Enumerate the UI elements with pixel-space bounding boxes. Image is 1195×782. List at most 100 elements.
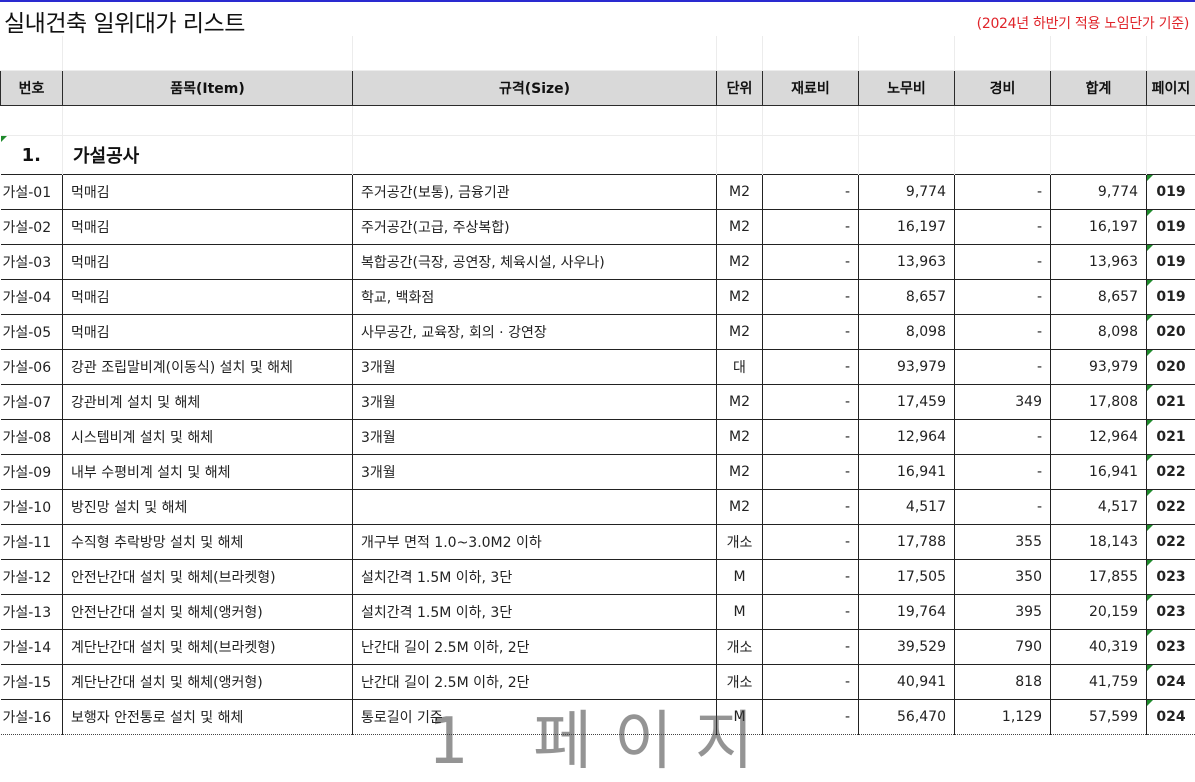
row-number-cell[interactable]: 가설-06 xyxy=(1,350,63,385)
row-item-cell[interactable]: 안전난간대 설치 및 해체(앵커형) xyxy=(63,595,353,630)
row-total-cell[interactable]: 93,979 xyxy=(1051,350,1147,385)
row-number-cell[interactable]: 가설-16 xyxy=(1,700,63,735)
row-expense-cell[interactable]: 349 xyxy=(955,385,1051,420)
row-size-cell[interactable]: 개구부 면적 1.0~3.0M2 이하 xyxy=(353,525,717,560)
header-material[interactable]: 재료비 xyxy=(763,71,859,106)
header-no[interactable]: 번호 xyxy=(1,71,63,106)
row-material-cell[interactable]: - xyxy=(763,560,859,595)
section-number-cell[interactable]: 1. xyxy=(1,136,63,175)
row-item-cell[interactable]: 방진망 설치 및 해체 xyxy=(63,490,353,525)
row-size-cell[interactable]: 통로길이 기준 xyxy=(353,700,717,735)
row-unit-cell[interactable]: M2 xyxy=(717,315,763,350)
row-expense-cell[interactable]: 1,129 xyxy=(955,700,1051,735)
header-size[interactable]: 규격(Size) xyxy=(353,71,717,106)
row-unit-cell[interactable]: M2 xyxy=(717,280,763,315)
row-item-cell[interactable]: 수직형 추락방망 설치 및 해체 xyxy=(63,525,353,560)
row-total-cell[interactable]: 20,159 xyxy=(1051,595,1147,630)
row-total-cell[interactable]: 8,098 xyxy=(1051,315,1147,350)
row-material-cell[interactable]: - xyxy=(763,385,859,420)
row-page-cell[interactable]: 020 xyxy=(1147,350,1195,385)
row-page-cell[interactable]: 023 xyxy=(1147,630,1195,665)
row-total-cell[interactable]: 57,599 xyxy=(1051,700,1147,735)
row-page-cell[interactable]: 021 xyxy=(1147,385,1195,420)
row-unit-cell[interactable]: M2 xyxy=(717,175,763,210)
row-number-cell[interactable]: 가설-13 xyxy=(1,595,63,630)
row-labor-cell[interactable]: 4,517 xyxy=(859,490,955,525)
row-material-cell[interactable]: - xyxy=(763,280,859,315)
row-labor-cell[interactable]: 13,963 xyxy=(859,245,955,280)
row-item-cell[interactable]: 계단난간대 설치 및 해체(브라켓형) xyxy=(63,630,353,665)
row-total-cell[interactable]: 13,963 xyxy=(1051,245,1147,280)
row-unit-cell[interactable]: M2 xyxy=(717,210,763,245)
row-size-cell[interactable]: 3개월 xyxy=(353,385,717,420)
row-size-cell[interactable]: 주거공간(보통), 금융기관 xyxy=(353,175,717,210)
row-labor-cell[interactable]: 19,764 xyxy=(859,595,955,630)
row-labor-cell[interactable]: 16,941 xyxy=(859,455,955,490)
row-expense-cell[interactable]: 355 xyxy=(955,525,1051,560)
row-size-cell[interactable]: 난간대 길이 2.5M 이하, 2단 xyxy=(353,630,717,665)
row-number-cell[interactable]: 가설-12 xyxy=(1,560,63,595)
row-item-cell[interactable]: 먹매김 xyxy=(63,245,353,280)
row-expense-cell[interactable]: - xyxy=(955,280,1051,315)
row-material-cell[interactable]: - xyxy=(763,665,859,700)
row-material-cell[interactable]: - xyxy=(763,420,859,455)
row-total-cell[interactable]: 9,774 xyxy=(1051,175,1147,210)
row-size-cell[interactable]: 난간대 길이 2.5M 이하, 2단 xyxy=(353,665,717,700)
row-number-cell[interactable]: 가설-01 xyxy=(1,175,63,210)
row-number-cell[interactable]: 가설-04 xyxy=(1,280,63,315)
header-page[interactable]: 페이지 xyxy=(1147,71,1195,106)
row-unit-cell[interactable]: M2 xyxy=(717,385,763,420)
row-page-cell[interactable]: 022 xyxy=(1147,525,1195,560)
row-unit-cell[interactable]: M xyxy=(717,595,763,630)
header-unit[interactable]: 단위 xyxy=(717,71,763,106)
row-labor-cell[interactable]: 8,098 xyxy=(859,315,955,350)
row-expense-cell[interactable]: 818 xyxy=(955,665,1051,700)
row-size-cell[interactable]: 3개월 xyxy=(353,350,717,385)
row-size-cell[interactable]: 설치간격 1.5M 이하, 3단 xyxy=(353,595,717,630)
row-page-cell[interactable]: 023 xyxy=(1147,595,1195,630)
row-unit-cell[interactable]: 개소 xyxy=(717,630,763,665)
row-material-cell[interactable]: - xyxy=(763,245,859,280)
row-unit-cell[interactable]: M2 xyxy=(717,245,763,280)
row-total-cell[interactable]: 17,808 xyxy=(1051,385,1147,420)
row-page-cell[interactable]: 022 xyxy=(1147,455,1195,490)
row-labor-cell[interactable]: 39,529 xyxy=(859,630,955,665)
row-expense-cell[interactable]: 395 xyxy=(955,595,1051,630)
row-labor-cell[interactable]: 12,964 xyxy=(859,420,955,455)
row-expense-cell[interactable]: - xyxy=(955,175,1051,210)
row-labor-cell[interactable]: 17,505 xyxy=(859,560,955,595)
row-labor-cell[interactable]: 56,470 xyxy=(859,700,955,735)
row-item-cell[interactable]: 내부 수평비계 설치 및 해체 xyxy=(63,455,353,490)
row-unit-cell[interactable]: M2 xyxy=(717,420,763,455)
row-unit-cell[interactable]: M xyxy=(717,700,763,735)
row-size-cell[interactable]: 사무공간, 교육장, 회의 · 강연장 xyxy=(353,315,717,350)
row-labor-cell[interactable]: 8,657 xyxy=(859,280,955,315)
row-material-cell[interactable]: - xyxy=(763,315,859,350)
row-page-cell[interactable]: 024 xyxy=(1147,665,1195,700)
row-unit-cell[interactable]: 개소 xyxy=(717,525,763,560)
row-expense-cell[interactable]: - xyxy=(955,210,1051,245)
row-page-cell[interactable]: 021 xyxy=(1147,420,1195,455)
row-size-cell[interactable]: 3개월 xyxy=(353,455,717,490)
header-expense[interactable]: 경비 xyxy=(955,71,1051,106)
row-item-cell[interactable]: 계단난간대 설치 및 해체(앵커형) xyxy=(63,665,353,700)
row-item-cell[interactable]: 보행자 안전통로 설치 및 해체 xyxy=(63,700,353,735)
row-unit-cell[interactable]: M2 xyxy=(717,490,763,525)
row-total-cell[interactable]: 41,759 xyxy=(1051,665,1147,700)
row-expense-cell[interactable]: 350 xyxy=(955,560,1051,595)
row-item-cell[interactable]: 먹매김 xyxy=(63,280,353,315)
row-size-cell[interactable]: 3개월 xyxy=(353,420,717,455)
row-labor-cell[interactable]: 17,788 xyxy=(859,525,955,560)
row-expense-cell[interactable]: - xyxy=(955,490,1051,525)
row-expense-cell[interactable]: - xyxy=(955,455,1051,490)
row-size-cell[interactable]: 설치간격 1.5M 이하, 3단 xyxy=(353,560,717,595)
row-page-cell[interactable]: 019 xyxy=(1147,280,1195,315)
row-item-cell[interactable]: 먹매김 xyxy=(63,315,353,350)
row-number-cell[interactable]: 가설-05 xyxy=(1,315,63,350)
row-unit-cell[interactable]: M xyxy=(717,560,763,595)
row-labor-cell[interactable]: 16,197 xyxy=(859,210,955,245)
row-page-cell[interactable]: 019 xyxy=(1147,210,1195,245)
row-size-cell[interactable]: 주거공간(고급, 주상복합) xyxy=(353,210,717,245)
row-expense-cell[interactable]: - xyxy=(955,245,1051,280)
row-material-cell[interactable]: - xyxy=(763,490,859,525)
